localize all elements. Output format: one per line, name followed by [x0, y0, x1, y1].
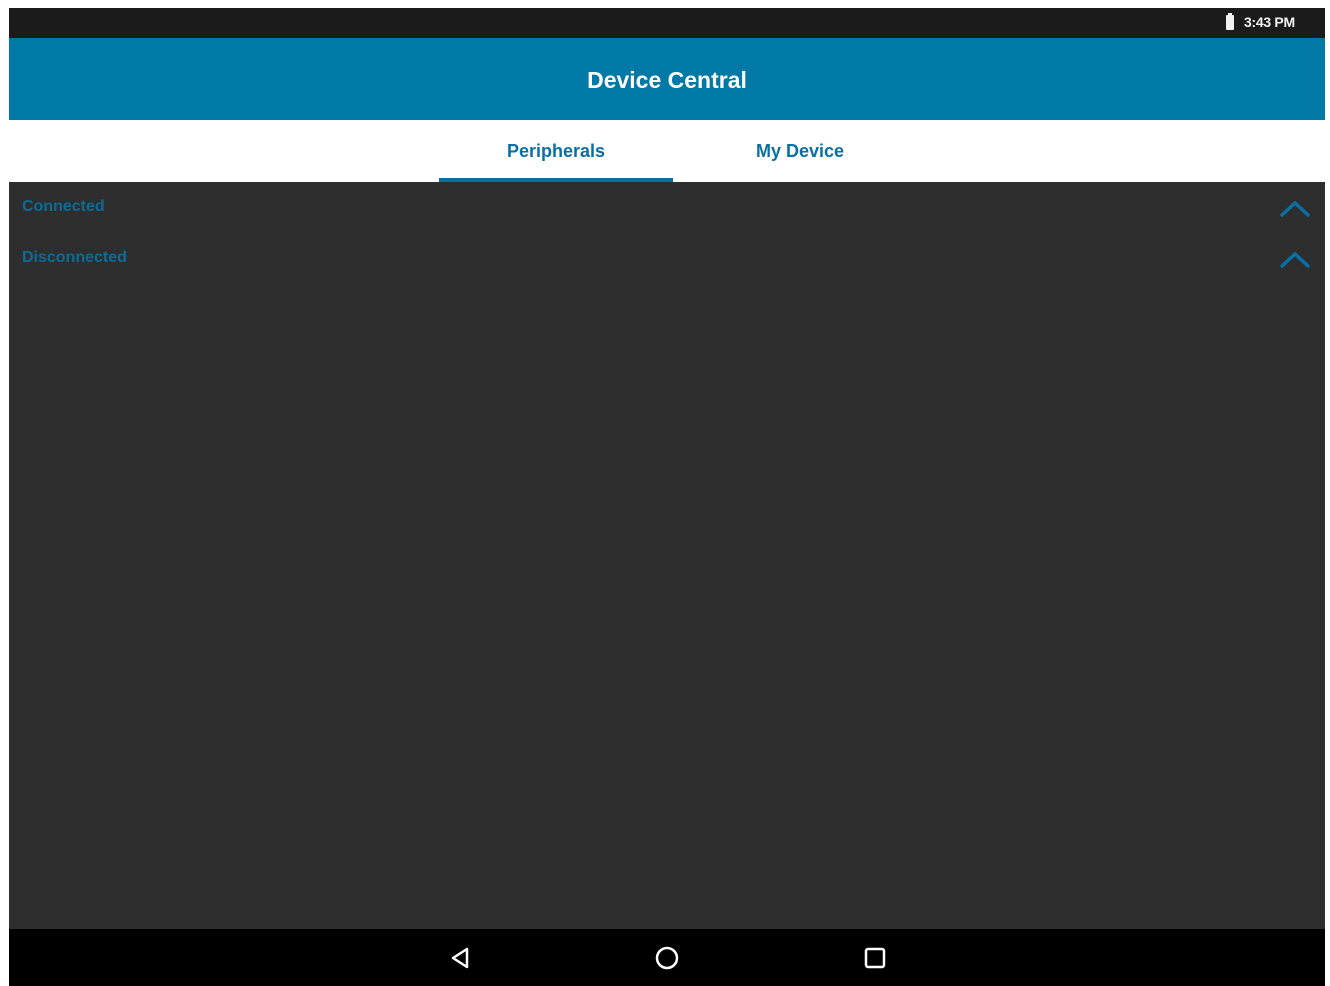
battery-icon	[1226, 13, 1234, 30]
section-label-disconnected: Disconnected	[22, 249, 127, 266]
tab-peripherals[interactable]: Peripherals	[439, 120, 673, 182]
status-bar: 3:43 PM	[9, 8, 1325, 38]
tab-bar: Peripherals My Device	[9, 120, 1325, 182]
navigation-bar	[9, 929, 1325, 986]
section-label-connected: Connected	[22, 198, 105, 215]
back-triangle-icon[interactable]	[443, 941, 477, 975]
tab-my-device[interactable]: My Device	[683, 120, 917, 182]
chevron-up-icon[interactable]	[1279, 198, 1311, 218]
selected-tab-indicator	[439, 178, 673, 182]
chevron-up-icon[interactable]	[1279, 249, 1311, 269]
recents-square-icon[interactable]	[858, 941, 892, 975]
app-title: Device Central	[587, 67, 747, 93]
home-circle-icon[interactable]	[650, 941, 684, 975]
device-screen: 3:43 PM Device Central Peripherals My De…	[9, 8, 1325, 986]
app-bar: Device Central	[9, 38, 1325, 120]
section-header-disconnected[interactable]: Disconnected	[9, 237, 1325, 281]
status-time: 3:43 PM	[1244, 14, 1295, 30]
section-header-connected[interactable]: Connected	[9, 186, 1325, 230]
